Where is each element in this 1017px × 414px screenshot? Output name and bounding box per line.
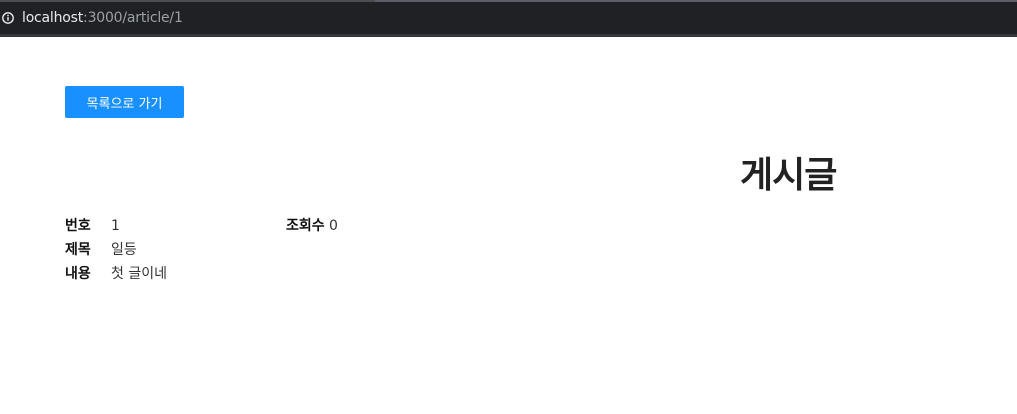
article-number-row: 번호 1 bbox=[65, 216, 120, 236]
content-label: 내용 bbox=[65, 266, 91, 282]
article-title-row: 제목 일등 bbox=[65, 240, 137, 260]
views-label: 조회수 bbox=[286, 218, 325, 234]
url-path: :3000/article/1 bbox=[83, 10, 183, 26]
views-value: 0 bbox=[329, 218, 338, 234]
browser-address-bar[interactable]: localhost:3000/article/1 bbox=[0, 2, 1017, 34]
title-label: 제목 bbox=[65, 242, 91, 258]
url-host: localhost bbox=[22, 10, 84, 26]
number-value: 1 bbox=[111, 218, 120, 234]
content-value: 첫 글이네 bbox=[111, 266, 167, 282]
url-text[interactable]: localhost:3000/article/1 bbox=[22, 10, 183, 26]
browser-bottom-border bbox=[0, 34, 1017, 37]
number-label: 번호 bbox=[65, 218, 91, 234]
article-content-row: 내용 첫 글이네 bbox=[65, 264, 167, 284]
title-value: 일등 bbox=[111, 242, 137, 258]
back-to-list-button[interactable]: 목록으로 가기 bbox=[65, 86, 184, 118]
page-title: 게시글 bbox=[740, 155, 837, 196]
info-icon[interactable] bbox=[2, 12, 14, 24]
